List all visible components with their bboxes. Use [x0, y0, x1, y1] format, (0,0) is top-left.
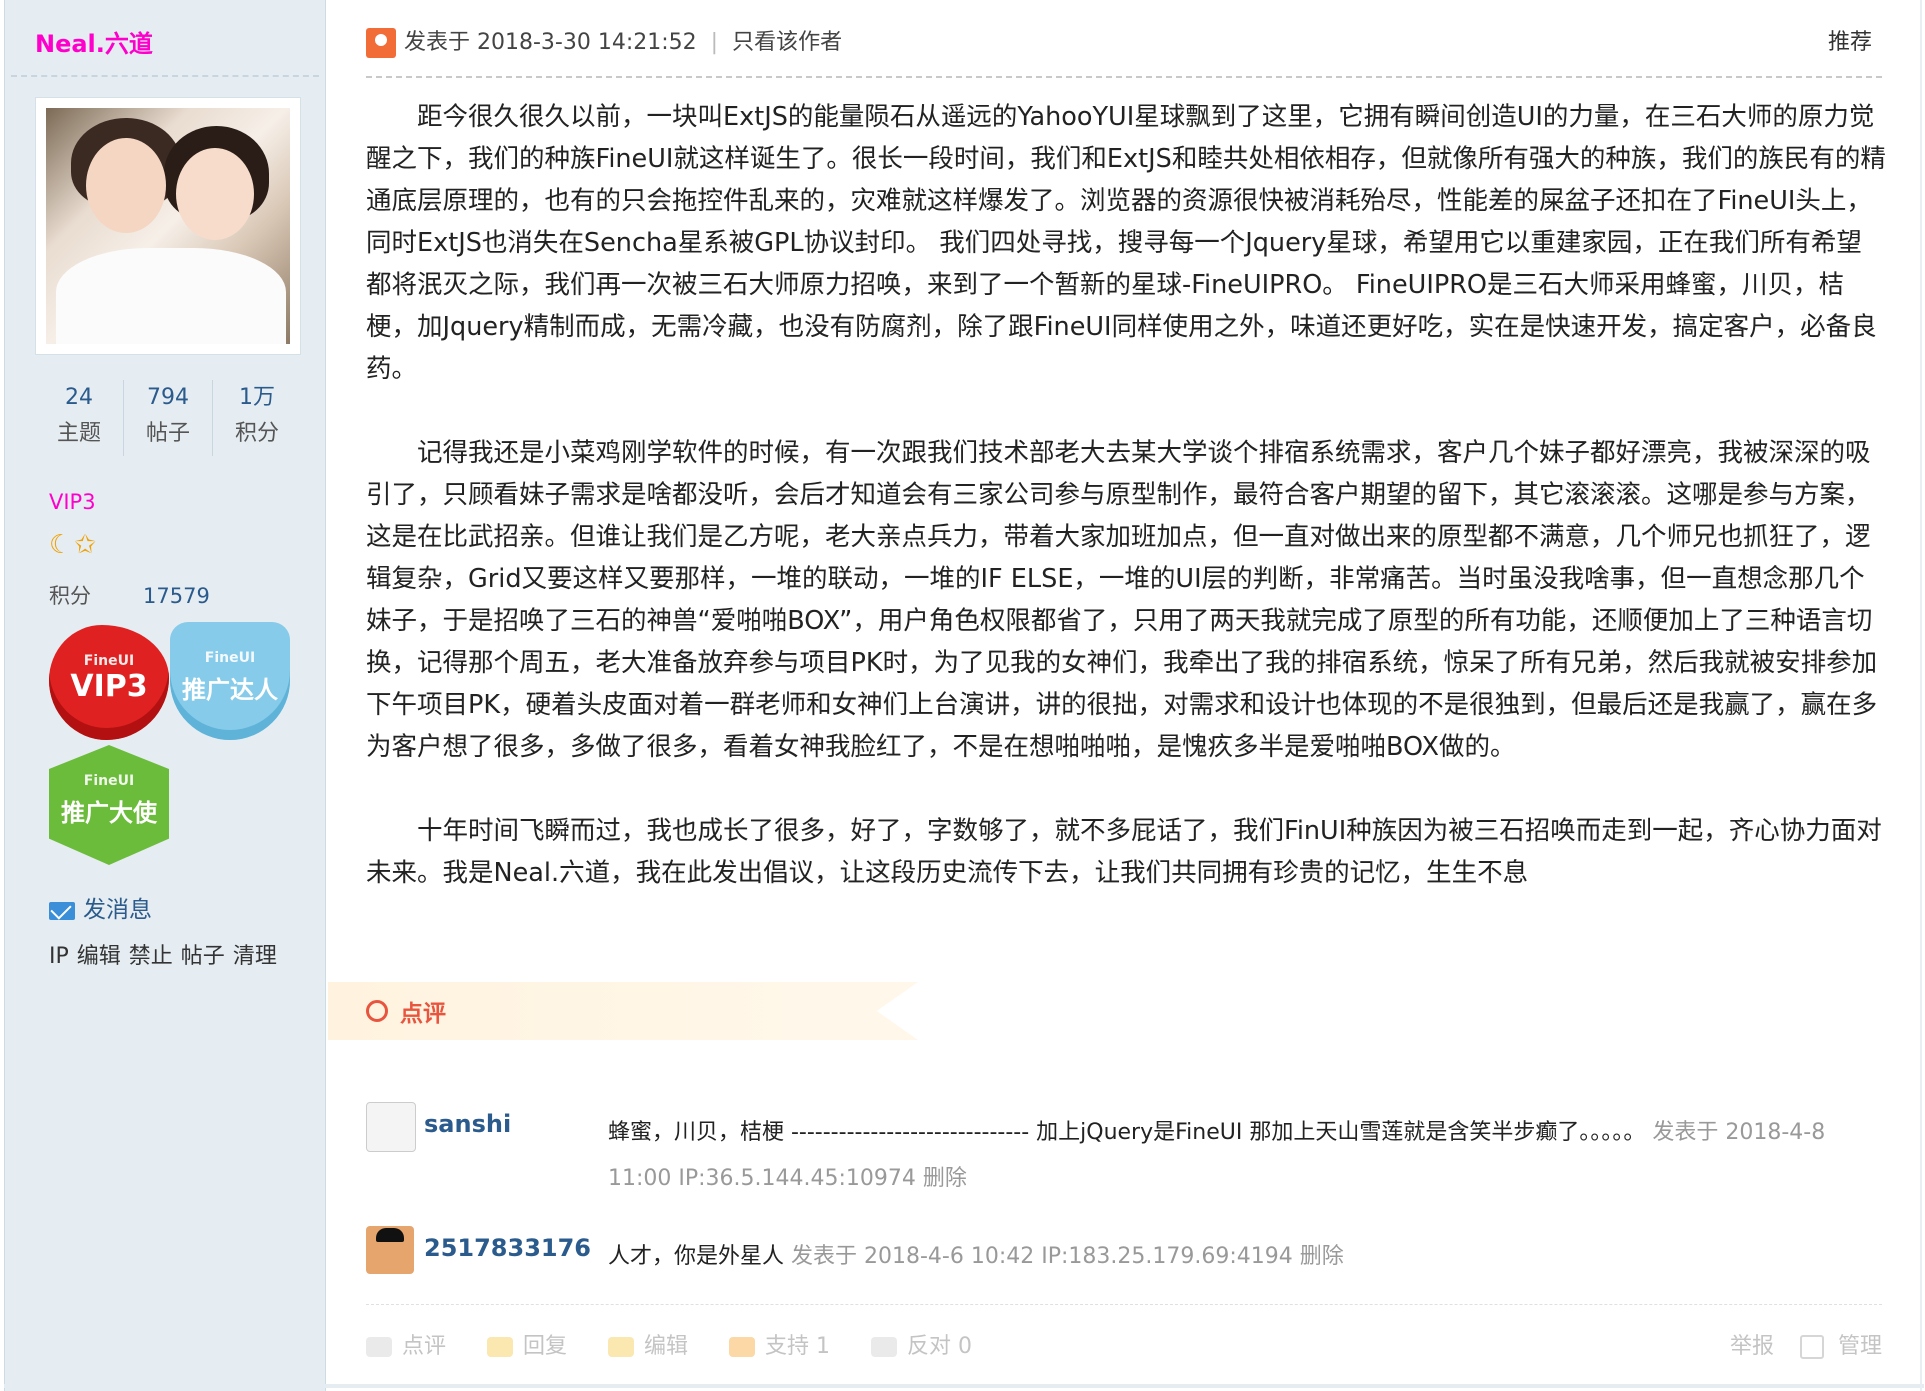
- rank-stars-icon: ☾✩: [49, 530, 99, 560]
- only-author-link[interactable]: 只看该作者: [732, 30, 842, 55]
- review-button[interactable]: 点评: [366, 1334, 446, 1359]
- stat-points[interactable]: 1万 积分: [213, 380, 301, 456]
- recommend-link[interactable]: 推荐: [1828, 24, 1872, 56]
- commenter-name[interactable]: sanshi: [424, 1110, 511, 1138]
- comment-body: 蜂蜜，川贝，桔梗 ------------------------------ …: [608, 1110, 1888, 1202]
- reply-button[interactable]: 回复: [487, 1334, 567, 1359]
- post-paragraph: 记得我还是小菜鸡刚学软件的时候，有一次跟我们技术部老大去某大学谈个排宿系统需求，…: [366, 438, 1878, 762]
- stat-posts[interactable]: 794 帖子: [124, 380, 213, 456]
- report-link[interactable]: 举报: [1730, 1334, 1774, 1359]
- score-row: 积分 17579: [49, 580, 210, 610]
- support-button[interactable]: 支持 1: [729, 1334, 830, 1359]
- stat-label: 主题: [56, 421, 101, 446]
- separator: |: [710, 30, 719, 55]
- post-tools: 举报 管理: [1730, 1328, 1882, 1360]
- comment-text: 人才，你是外星人: [608, 1244, 785, 1269]
- manage-checkbox[interactable]: [1799, 1335, 1824, 1359]
- badge-bottom-text: 推广大使: [61, 799, 157, 827]
- stat-topics[interactable]: 24 主题: [35, 380, 124, 456]
- thumbs-down-icon: [871, 1337, 898, 1357]
- promotion-ambassador-badge-icon[interactable]: FineUI 推广大使: [49, 745, 169, 865]
- user-stats: 24 主题 794 帖子 1万 积分: [35, 380, 301, 456]
- review-section-header: 点评: [328, 982, 918, 1040]
- admin-posts-link[interactable]: 帖子: [181, 944, 225, 969]
- avatar[interactable]: [35, 97, 301, 355]
- send-message-label: 发消息: [83, 897, 152, 923]
- thumbs-up-icon: [729, 1337, 756, 1357]
- stat-value: 794: [147, 385, 189, 410]
- admin-edit-link[interactable]: 编辑: [77, 944, 121, 969]
- score-value: 17579: [143, 584, 210, 608]
- badge-top-text: FineUI: [204, 650, 256, 666]
- review-comment: 2517833176 人才，你是外星人 发表于 2018-4-6 10:42 I…: [366, 1226, 1886, 1286]
- divider: [366, 1304, 1882, 1305]
- avatar-image: [46, 108, 290, 344]
- vip-level[interactable]: VIP3: [49, 490, 96, 514]
- comment-meta: 发表于 2018-4-6 10:42 IP:183.25.179.69:4194…: [791, 1244, 1344, 1269]
- divider: [4, 1384, 1924, 1388]
- mail-icon: [49, 901, 75, 920]
- oppose-button[interactable]: 反对 0: [871, 1334, 972, 1359]
- admin-ip-link[interactable]: IP: [49, 944, 69, 969]
- badge-top-text: FineUI: [83, 653, 135, 669]
- send-message-link[interactable]: 发消息: [49, 890, 152, 924]
- post-time: 发表于 2018-3-30 14:21:52: [404, 30, 697, 55]
- review-tab-label: 点评: [400, 1001, 446, 1027]
- promotion-expert-badge-icon[interactable]: FineUI 推广达人: [170, 622, 290, 740]
- stat-label: 帖子: [145, 421, 190, 446]
- comment-icon: [366, 1337, 392, 1357]
- commenter-name[interactable]: 2517833176: [424, 1234, 591, 1262]
- user-sidebar: Neal.六道 24 主题 794 帖子 1万 积分 VIP3 ☾✩ 积分 17…: [4, 0, 326, 1391]
- comment-text: 蜂蜜，川贝，桔梗 ------------------------------ …: [608, 1120, 1646, 1145]
- vip3-badge-icon[interactable]: FineUI VIP3: [49, 625, 169, 740]
- admin-ban-link[interactable]: 禁止: [129, 944, 173, 969]
- badge-bottom-text: VIP3: [70, 669, 148, 704]
- badge-bottom-text: 推广达人: [182, 676, 278, 704]
- support-label: 支持 1: [765, 1334, 831, 1359]
- commenter-avatar[interactable]: [366, 1102, 416, 1152]
- pencil-icon: [608, 1337, 635, 1357]
- edit-label: 编辑: [644, 1334, 689, 1359]
- stat-label: 积分: [234, 421, 279, 446]
- post-actions: 点评 回复 编辑 支持 1 反对 0 举报 管理: [366, 1328, 1882, 1368]
- admin-clean-link[interactable]: 清理: [233, 944, 277, 969]
- edit-button[interactable]: 编辑: [608, 1334, 688, 1359]
- circle-icon: [366, 1000, 388, 1022]
- comment-body: 人才，你是外星人 发表于 2018-4-6 10:42 IP:183.25.17…: [608, 1234, 1888, 1280]
- divider: [1920, 0, 1922, 1391]
- review-comment: sanshi 蜂蜜，川贝，桔梗 ------------------------…: [366, 1102, 1886, 1212]
- online-status-icon: [366, 28, 396, 58]
- stat-value: 24: [65, 385, 93, 410]
- commenter-avatar[interactable]: [366, 1226, 414, 1274]
- reply-label: 回复: [523, 1334, 568, 1359]
- post-header: 发表于 2018-3-30 14:21:52 | 只看该作者 推荐: [366, 24, 1872, 64]
- score-label: 积分: [49, 584, 91, 608]
- username[interactable]: Neal.六道: [35, 24, 153, 59]
- forum-post-page: Neal.六道 24 主题 794 帖子 1万 积分 VIP3 ☾✩ 积分 17…: [0, 0, 1925, 1391]
- divider: [366, 76, 1882, 78]
- review-label: 点评: [402, 1334, 447, 1359]
- admin-links: IP 编辑 禁止 帖子 清理: [49, 938, 285, 970]
- oppose-label: 反对 0: [907, 1334, 973, 1359]
- post-body: 距今很久很久以前，一块叫ExtJS的能量陨石从遥远的YahooYUI星球飘到了这…: [366, 96, 1886, 936]
- post-paragraph: 距今很久很久以前，一块叫ExtJS的能量陨石从遥远的YahooYUI星球飘到了这…: [366, 102, 1886, 384]
- manage-label[interactable]: 管理: [1838, 1334, 1882, 1359]
- badge-top-text: FineUI: [83, 773, 135, 789]
- stat-value: 1万: [239, 385, 275, 410]
- reply-icon: [487, 1337, 514, 1357]
- post-paragraph: 十年时间飞瞬而过，我也成长了很多，好了，字数够了，就不多屁话了，我们FinUI种…: [366, 816, 1882, 888]
- divider: [11, 75, 319, 77]
